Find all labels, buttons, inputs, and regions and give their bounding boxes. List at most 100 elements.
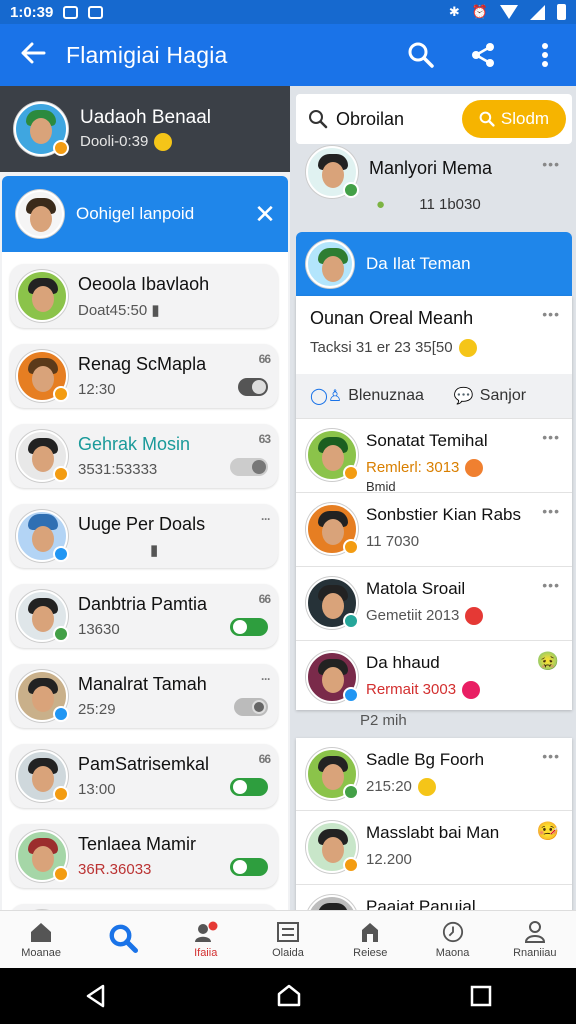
more-icon[interactable]: •••	[542, 156, 560, 172]
more-icon[interactable]: •••	[542, 306, 560, 322]
list-item-name: Paaiat Panuial	[366, 897, 476, 910]
avatar	[16, 670, 69, 722]
list-item-name: Oeoola Ibavlaoh	[78, 274, 210, 294]
search-button[interactable]: Slodm	[462, 100, 566, 138]
search-icon	[309, 110, 328, 129]
nav-tab-home[interactable]: Moanae	[0, 911, 82, 968]
list-item[interactable]: Sonatat Temihal Remlerl: 3013 Bmid •••	[296, 418, 572, 494]
friend-card-title: Da Ilat Teman	[366, 254, 471, 273]
list-item[interactable]: Tenlaea Mamir 36R.36033	[10, 824, 278, 888]
list-item[interactable]: PamSatrisemkal 13:00 66	[10, 744, 278, 808]
alarm-icon: ⏰	[471, 4, 488, 19]
battery-small-icon: ▮	[151, 302, 160, 319]
list-item[interactable]: Danbtria Pamtia 13630 66	[10, 584, 278, 648]
list-item[interactable]: Renag ScMapla 12:30 66	[10, 344, 278, 408]
nav-tab-store[interactable]: Reiese	[329, 911, 411, 968]
avatar	[306, 577, 359, 629]
list-item[interactable]: Masslabt bai Man 12.200 🤒	[296, 810, 572, 884]
profile-card[interactable]: Uadaoh Benaal Dooli-0:39	[0, 86, 290, 172]
list-item-sub: 3531:53333	[78, 461, 158, 478]
toggle-switch[interactable]	[230, 778, 268, 796]
list-item[interactable]: Manalrat Tamah 25:29 ···	[10, 664, 278, 728]
home-icon	[31, 922, 52, 942]
more-icon[interactable]: ···	[261, 512, 271, 526]
list-item[interactable]: Sonbstier Kian Rabs 11 7030 •••	[296, 492, 572, 566]
list-item[interactable]: Oeoola Ibavlaoh Doat45:50 ▮	[10, 264, 278, 328]
nav-tab-friends[interactable]: Ifaiia	[165, 911, 247, 968]
list-item-name: Matola Sroail	[366, 579, 466, 598]
list-item[interactable]: Paaiat Panuial	[296, 884, 572, 910]
more-icon[interactable]: •••	[542, 748, 560, 764]
back-triangle-icon[interactable]	[83, 983, 109, 1009]
emoji-icon[interactable]: 🤢	[537, 651, 560, 672]
like-button[interactable]: ◯♙ Blenuznaa	[310, 386, 424, 406]
search-icon[interactable]	[390, 42, 452, 68]
more-icon[interactable]: •••	[542, 429, 560, 445]
share-icon[interactable]	[452, 42, 514, 68]
status-bar: 1:0:39 ✱ ⏰	[0, 0, 576, 24]
smile-emoji-icon	[458, 339, 477, 358]
more-icon[interactable]: ···	[261, 672, 271, 686]
avatar	[306, 146, 359, 198]
toggle-switch[interactable]	[230, 858, 268, 876]
close-icon[interactable]: ✕	[242, 199, 288, 230]
toggle-switch[interactable]	[230, 618, 268, 636]
nav-tab-list[interactable]: Olaida	[247, 911, 329, 968]
list-item[interactable]: Uuge Per Doals ▮ ···	[10, 504, 278, 568]
list-item[interactable]: Sadle Bg Foorh 215:20 •••	[296, 738, 572, 812]
right-header-name: Manlyori Mema	[369, 158, 493, 178]
list-item-sub: ▮	[78, 541, 158, 559]
right-pane: Obroilan Slodm Manlyori Mema ••• ● 11 1b…	[290, 86, 576, 910]
avatar	[306, 895, 358, 910]
avatar	[16, 430, 69, 482]
profile-sub: Dooli-0:39	[80, 133, 211, 152]
list-item-sub: 36R.36033	[78, 861, 152, 878]
comment-button[interactable]: 💬 Sanjor	[454, 386, 526, 406]
avatar	[16, 190, 64, 238]
list-item-name: Tenlaea Mamir	[78, 834, 197, 854]
emoji-icon[interactable]: 🤒	[537, 821, 560, 842]
store-icon	[362, 922, 379, 942]
avatar	[16, 830, 69, 882]
bluetooth-icon: ✱	[448, 4, 460, 19]
profile-icon	[524, 920, 545, 943]
right-header[interactable]: Manlyori Mema ••• ● 11 1b030	[296, 146, 572, 232]
home-circle-icon[interactable]	[276, 983, 302, 1009]
list-item-mark: 66	[258, 752, 271, 766]
more-icon[interactable]: •••	[542, 503, 560, 519]
list-item[interactable]: Matola Sroail Gemetiit 2013 •••	[296, 566, 572, 640]
app-bar: Flamigiai Hagia	[0, 24, 576, 86]
back-icon[interactable]	[0, 38, 66, 72]
nav-tab-search[interactable]	[82, 911, 164, 968]
list-item[interactable]: Gehrak Mosin 3531:53333 63	[10, 424, 278, 488]
list-item-name: Gehrak Mosin	[78, 434, 191, 454]
list-item-name: Renag ScMapla	[78, 354, 207, 374]
recents-square-icon[interactable]	[469, 984, 493, 1008]
toggle-switch[interactable]	[234, 698, 268, 716]
toggle-switch[interactable]	[230, 458, 268, 476]
list-item-name: Sonbstier Kian Rabs	[366, 505, 521, 524]
search-input[interactable]: Obroilan	[336, 109, 462, 130]
post-actions: ◯♙ Blenuznaa 💬 Sanjor	[296, 374, 572, 418]
system-nav-bar	[0, 968, 576, 1024]
search-bar[interactable]: Obroilan Slodm	[296, 94, 572, 144]
list-item-sub: 12.200	[366, 851, 412, 868]
list-item-name: Sonatat Temihal	[366, 431, 488, 450]
post-card[interactable]: Ounan Oreal Meanh Tacksi 31 er 23 35[50 …	[296, 296, 572, 374]
nav-tab-profile[interactable]: Rnaniiau	[494, 911, 576, 968]
list-item-name: Danbtria Pamtia	[78, 594, 208, 614]
friend-card-header[interactable]: Da Ilat Teman	[296, 232, 572, 296]
chat-header[interactable]: Oohigel lanpoid ✕	[2, 176, 288, 252]
list-item[interactable]: Da hhaud Rermait 3003 🤢	[296, 640, 572, 714]
list-item-name: Da hhaud	[366, 653, 440, 672]
avatar	[306, 748, 359, 800]
people-icon: ◯♙	[310, 388, 343, 405]
right-list-panel-2: Sadle Bg Foorh 215:20 ••• Masslabt bai M…	[296, 738, 572, 910]
avatar	[16, 750, 69, 802]
list-item-name: Uuge Per Doals	[78, 514, 206, 534]
more-icon[interactable]: •••	[542, 577, 560, 593]
nav-tab-clock[interactable]: Maona	[411, 911, 493, 968]
toggle-switch[interactable]	[238, 378, 268, 396]
left-pane: Uadaoh Benaal Dooli-0:39 Oohigel lanpoid…	[0, 86, 290, 910]
more-vert-icon[interactable]	[514, 42, 576, 68]
